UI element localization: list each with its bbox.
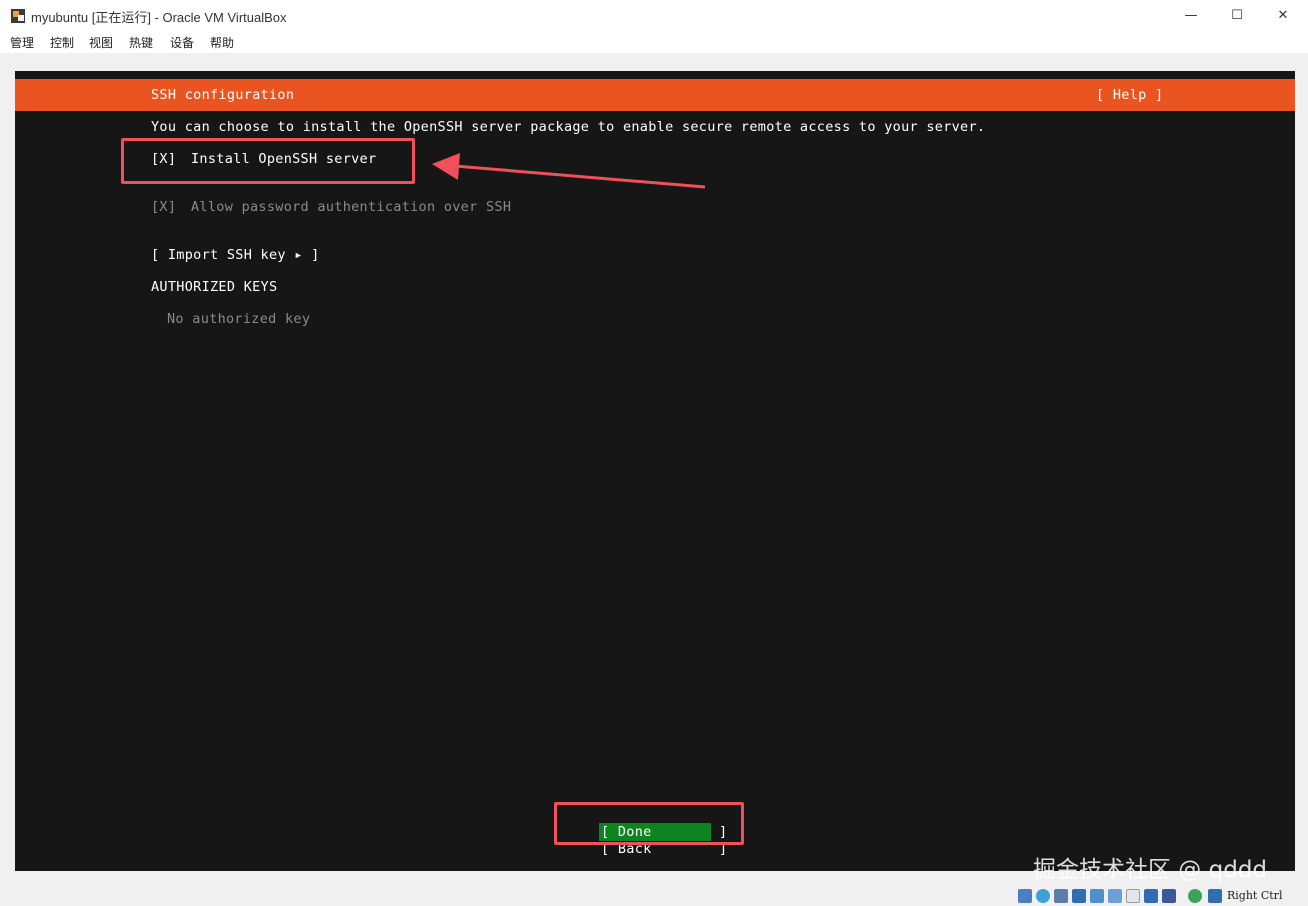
vm-top-strip <box>15 71 1295 79</box>
window-titlebar: myubuntu [正在运行] - Oracle VM VirtualBox —… <box>0 0 1308 31</box>
menu-bar: 管理 控制 视图 热键 设备 帮助 <box>0 31 1308 53</box>
watermark: 掘金技术社区 @ qddd <box>1033 857 1268 883</box>
no-authorized-key-text: No authorized key <box>167 311 311 327</box>
network-icon[interactable] <box>1072 889 1086 903</box>
hard-disk-icon[interactable] <box>1018 889 1032 903</box>
host-key-label: Right Ctrl <box>1227 889 1283 902</box>
mouse-integration-icon[interactable] <box>1188 889 1202 903</box>
vm-status-bar: Right Ctrl <box>0 886 1308 906</box>
annotation-highlight-done <box>554 802 744 845</box>
virtualization-icon[interactable] <box>1162 889 1176 903</box>
menu-devices[interactable]: 设备 <box>170 34 194 51</box>
page-title: SSH configuration <box>151 87 295 103</box>
window-title: myubuntu [正在运行] - Oracle VM VirtualBox <box>31 10 287 25</box>
import-ssh-key-button[interactable]: [ Import SSH key ▸ ] <box>151 247 320 263</box>
menu-control[interactable]: 控制 <box>50 34 74 51</box>
shared-folders-icon[interactable] <box>1108 889 1122 903</box>
menu-help[interactable]: 帮助 <box>210 34 234 51</box>
display-icon[interactable] <box>1126 889 1140 903</box>
video-capture-icon[interactable] <box>1144 889 1158 903</box>
vm-screen[interactable]: SSH configuration [ Help ] You can choos… <box>15 71 1295 871</box>
close-button[interactable]: ✕ <box>1260 4 1306 26</box>
audio-icon[interactable] <box>1054 889 1068 903</box>
minimize-icon: — <box>1184 7 1198 23</box>
annotation-highlight-install-openssh <box>121 138 415 184</box>
allow-password-label: Allow password authentication over SSH <box>191 199 512 215</box>
menu-manage[interactable]: 管理 <box>10 34 34 51</box>
authorized-keys-heading: AUTHORIZED KEYS <box>151 279 278 295</box>
allow-password-checkbox[interactable]: [X] <box>151 199 176 215</box>
maximize-icon: ☐ <box>1231 7 1243 23</box>
virtualbox-app-icon <box>11 9 25 23</box>
optical-drive-icon[interactable] <box>1036 889 1050 903</box>
description-text: You can choose to install the OpenSSH se… <box>151 119 986 135</box>
menu-hotkeys[interactable]: 热键 <box>129 34 153 51</box>
usb-icon[interactable] <box>1090 889 1104 903</box>
host-key-icon[interactable] <box>1208 889 1222 903</box>
help-button[interactable]: [ Help ] <box>1096 87 1163 103</box>
maximize-button[interactable]: ☐ <box>1214 4 1260 26</box>
menu-view[interactable]: 视图 <box>89 34 113 51</box>
minimize-button[interactable]: — <box>1168 4 1214 26</box>
close-icon: ✕ <box>1277 7 1289 23</box>
